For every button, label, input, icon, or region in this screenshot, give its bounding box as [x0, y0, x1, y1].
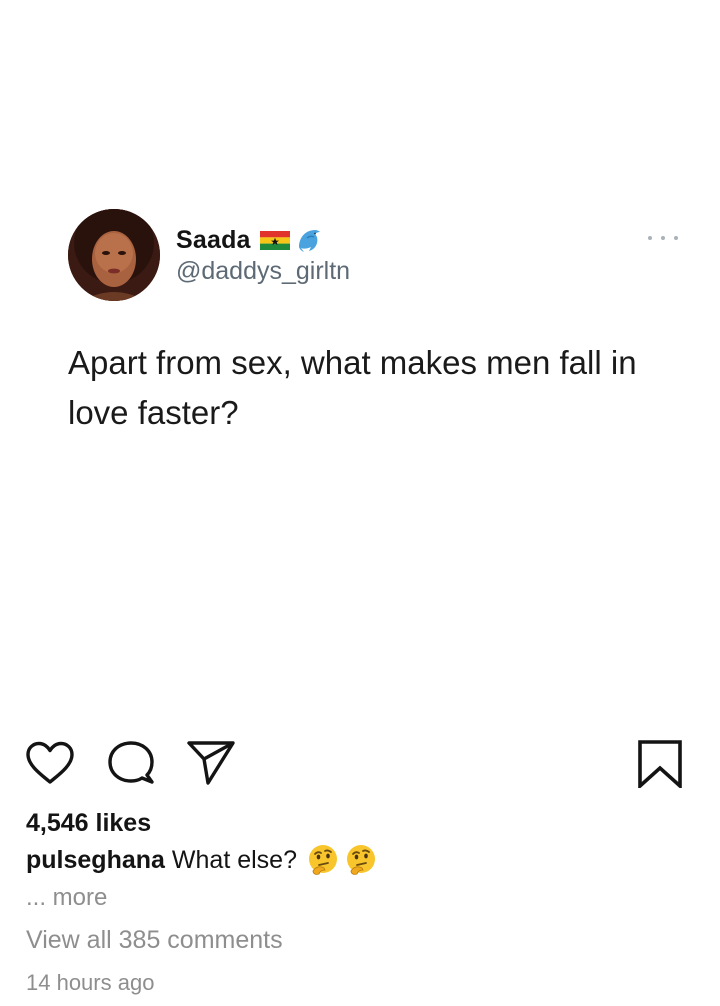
tweet-text: Apart from sex, what makes men fall in l…	[68, 344, 637, 431]
dot	[648, 236, 652, 240]
caption-more-link[interactable]: ... more	[26, 884, 107, 912]
heart-icon[interactable]	[24, 740, 76, 786]
thinking-face-icon	[307, 844, 339, 876]
post-timestamp: 14 hours ago	[26, 970, 155, 995]
ghana-flag-icon	[259, 230, 290, 250]
tweet-screenshot: Saada @daddys_girltn Apart from sex, wha…	[0, 0, 720, 720]
display-name[interactable]: Saada	[176, 226, 251, 255]
dot	[661, 236, 665, 240]
comment-icon[interactable]	[106, 740, 156, 786]
dolphin-icon	[293, 225, 323, 255]
share-icon[interactable]	[186, 740, 236, 786]
bookmark-icon[interactable]	[637, 740, 683, 788]
likes-count[interactable]: 4,546 likes	[26, 809, 151, 838]
caption-text: What else?	[171, 845, 297, 874]
view-comments-link[interactable]: View all 385 comments	[26, 926, 283, 955]
caption-username[interactable]: pulseghana	[26, 846, 165, 875]
thinking-face-icon	[345, 844, 377, 876]
avatar[interactable]	[68, 209, 160, 301]
caption: pulseghana What else?	[26, 844, 377, 876]
dot	[674, 236, 678, 240]
tweet-author-row: Saada	[176, 224, 323, 256]
more-dots-icon[interactable]	[648, 233, 678, 243]
tweet-handle[interactable]: @daddys_girltn	[176, 257, 350, 286]
